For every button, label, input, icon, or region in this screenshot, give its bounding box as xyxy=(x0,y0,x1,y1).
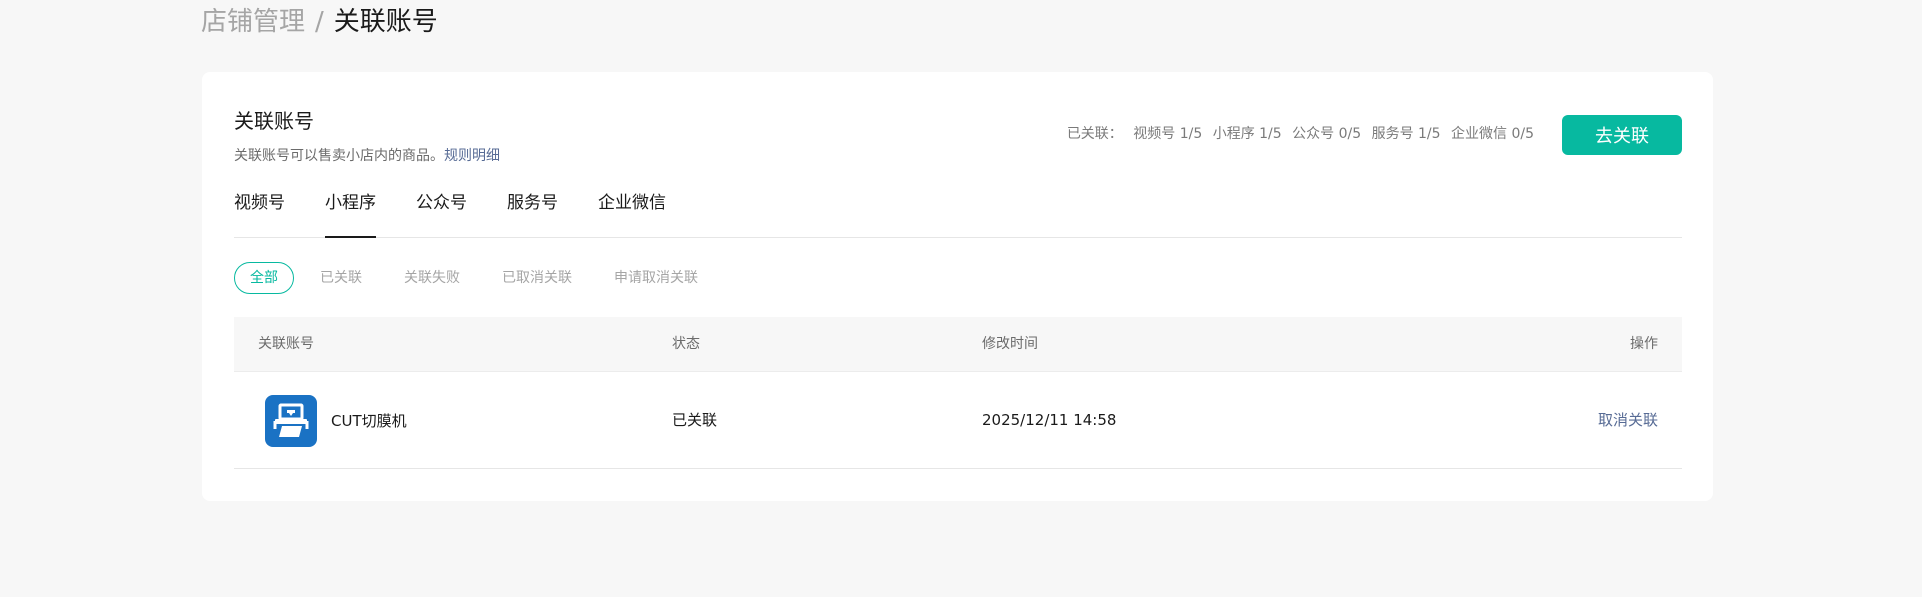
tab-miniprogram[interactable]: 小程序 xyxy=(325,182,376,238)
account-name: CUT切膜机 xyxy=(331,412,407,430)
table-row: CUT切膜机 已关联 2025/12/11 14:58 取消关联 xyxy=(234,372,1682,469)
summary-item-wecom: 企业微信 0/5 xyxy=(1451,126,1534,142)
tab-wecom[interactable]: 企业微信 xyxy=(598,182,666,237)
section-title: 关联账号 xyxy=(234,109,314,133)
breadcrumb: 店铺管理 / 关联账号 xyxy=(201,6,438,38)
cancel-link-button[interactable]: 取消关联 xyxy=(1598,372,1658,469)
filter-all[interactable]: 全部 xyxy=(234,262,294,294)
table-header: 关联账号 状态 修改时间 操作 xyxy=(234,317,1682,372)
link-summary: 已关联： 视频号 1/5 小程序 1/5 公众号 0/5 服务号 1/5 企业微… xyxy=(1067,124,1534,144)
tab-service-account[interactable]: 服务号 xyxy=(507,182,558,237)
rules-link[interactable]: 规则明细 xyxy=(444,148,500,164)
section-description: 关联账号可以售卖小店内的商品。规则明细 xyxy=(234,146,500,166)
go-link-button[interactable]: 去关联 xyxy=(1562,115,1682,155)
summary-item-official: 公众号 0/5 xyxy=(1292,126,1362,142)
accounts-table: 关联账号 状态 修改时间 操作 CUT切膜机 已关联 2025/12/11 14… xyxy=(234,317,1682,469)
linked-accounts-card: 关联账号 关联账号可以售卖小店内的商品。规则明细 已关联： 视频号 1/5 小程… xyxy=(202,72,1713,501)
breadcrumb-separator: / xyxy=(315,7,324,37)
summary-item-miniprogram: 小程序 1/5 xyxy=(1212,126,1282,142)
header-account: 关联账号 xyxy=(258,336,314,352)
header-action: 操作 xyxy=(1630,336,1658,352)
tab-video[interactable]: 视频号 xyxy=(234,182,285,237)
modified-cell: 2025/12/11 14:58 xyxy=(982,411,1117,429)
summary-item-video: 视频号 1/5 xyxy=(1133,126,1203,142)
description-text: 关联账号可以售卖小店内的商品。 xyxy=(234,148,444,164)
filter-failed[interactable]: 关联失败 xyxy=(404,268,460,288)
summary-label: 已关联： xyxy=(1066,126,1123,142)
breadcrumb-parent[interactable]: 店铺管理 xyxy=(201,6,305,38)
filter-cancel-requested[interactable]: 申请取消关联 xyxy=(614,268,698,288)
status-cell: 已关联 xyxy=(672,411,718,429)
filter-linked[interactable]: 已关联 xyxy=(320,268,362,288)
filter-cancelled[interactable]: 已取消关联 xyxy=(502,268,572,288)
account-type-tabs: 视频号 小程序 公众号 服务号 企业微信 xyxy=(234,182,1682,238)
status-filters: 全部 已关联 关联失败 已取消关联 申请取消关联 xyxy=(234,262,740,294)
breadcrumb-current: 关联账号 xyxy=(333,7,438,37)
header-status: 状态 xyxy=(672,336,700,352)
header-modified: 修改时间 xyxy=(982,336,1038,352)
account-cell: CUT切膜机 xyxy=(265,372,407,469)
cutting-machine-icon xyxy=(265,394,317,447)
page: 店铺管理 / 关联账号 关联账号 关联账号可以售卖小店内的商品。规则明细 已关联… xyxy=(0,0,1922,597)
tab-official-account[interactable]: 公众号 xyxy=(416,182,467,237)
summary-item-service: 服务号 1/5 xyxy=(1371,126,1441,142)
